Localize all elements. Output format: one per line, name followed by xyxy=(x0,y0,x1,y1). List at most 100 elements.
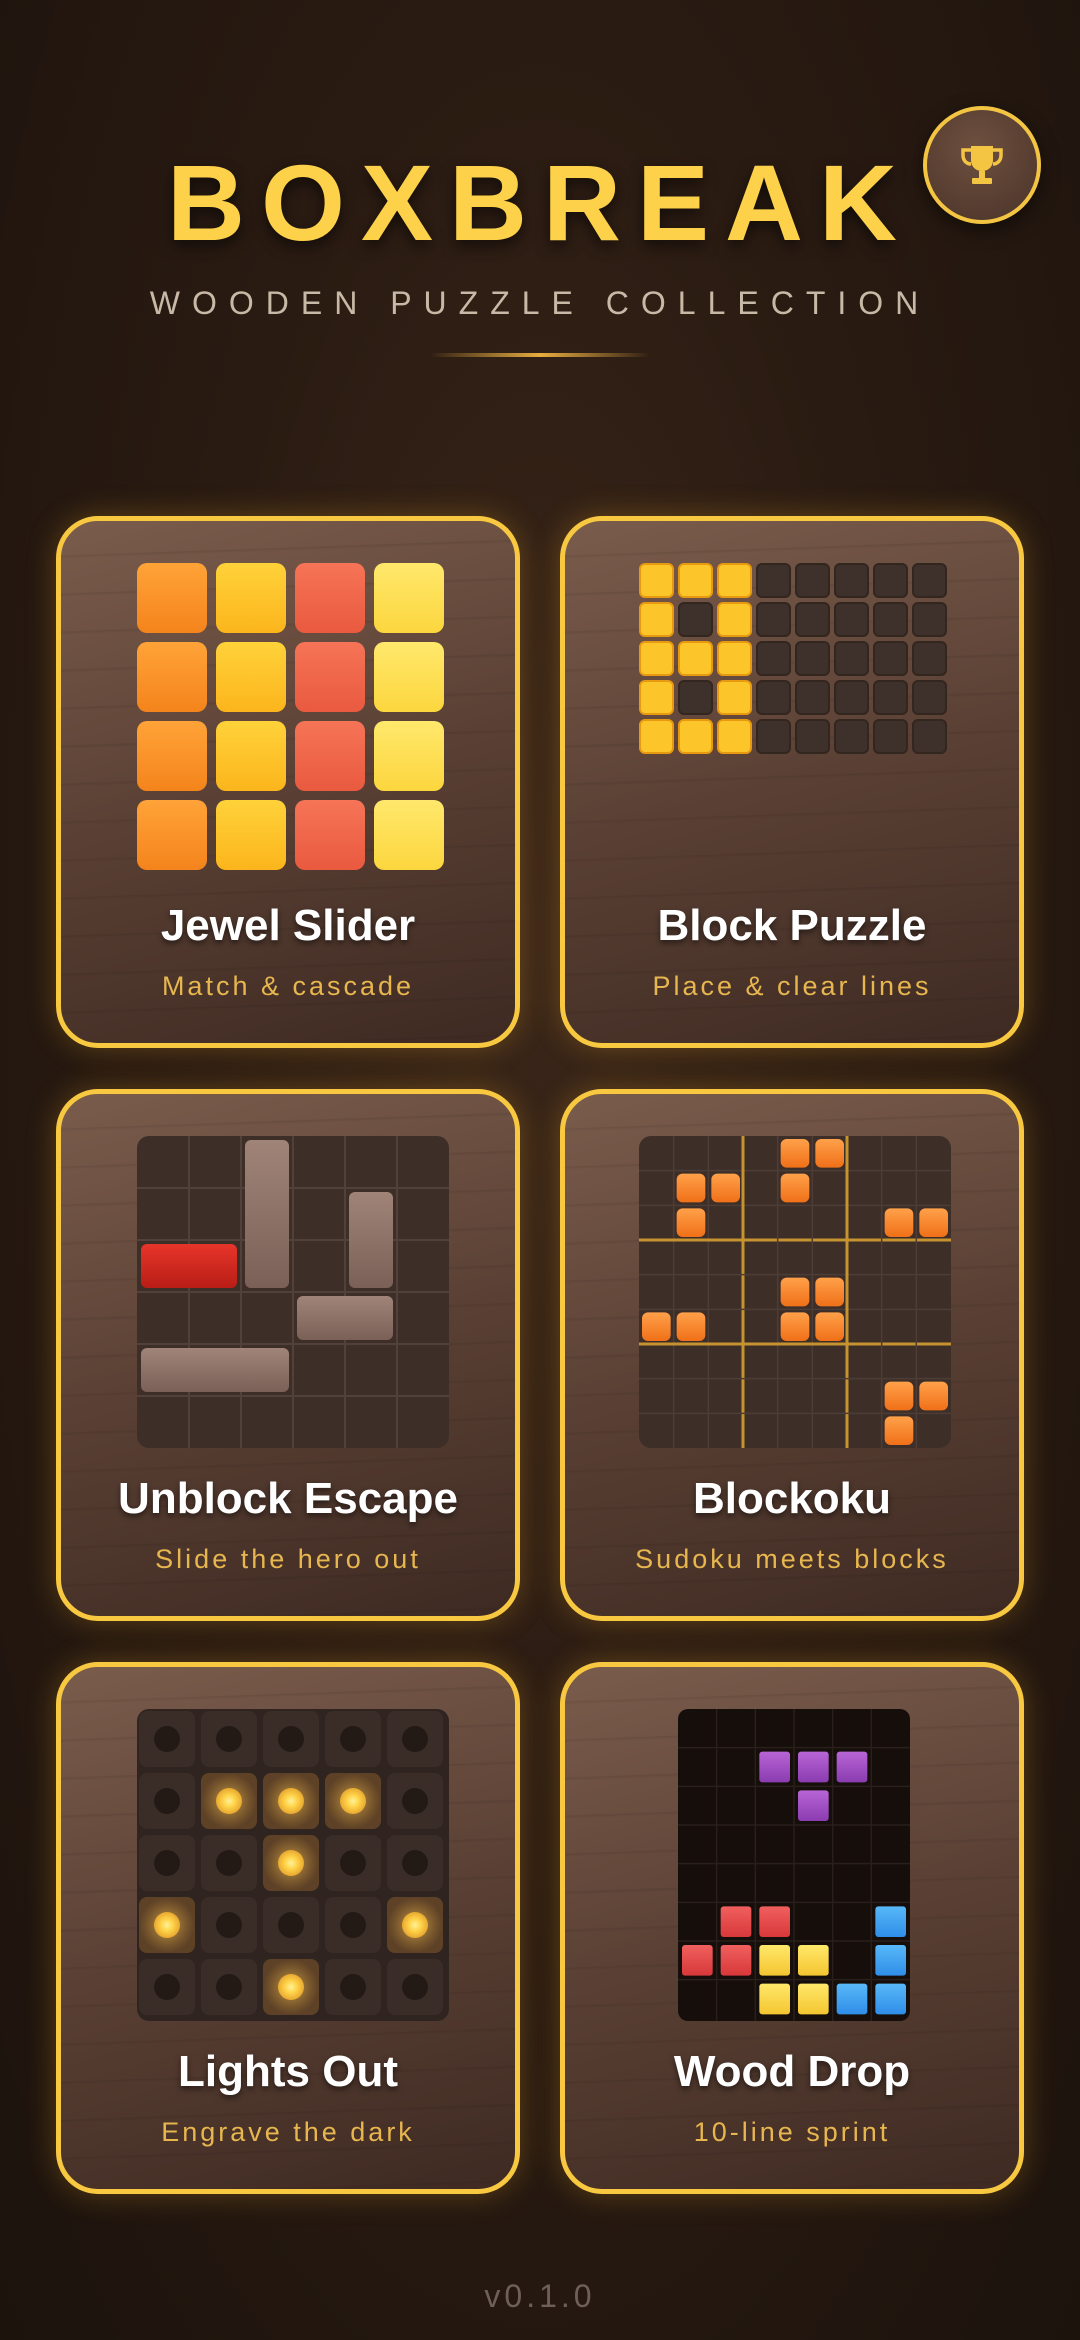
light-off xyxy=(340,1850,366,1876)
empty-cell xyxy=(912,563,947,598)
empty-cell xyxy=(756,719,791,754)
jewel-tile xyxy=(295,563,365,633)
light-off xyxy=(278,1726,304,1752)
unblock-escape-preview xyxy=(137,1136,449,1448)
light-off xyxy=(154,1788,180,1814)
light-off xyxy=(340,1912,366,1938)
light-off xyxy=(154,1850,180,1876)
light-off xyxy=(402,1788,428,1814)
empty-cell xyxy=(912,602,947,637)
light-off xyxy=(278,1912,304,1938)
light-on xyxy=(216,1788,242,1814)
orange-block xyxy=(815,1277,844,1307)
orange-block xyxy=(884,1381,914,1411)
game-subtitle: Slide the hero out xyxy=(155,1544,421,1574)
jewel-slider-preview xyxy=(137,563,444,870)
vertical-block xyxy=(245,1140,289,1288)
title-divider xyxy=(430,353,650,357)
empty-cell xyxy=(678,680,713,715)
light-off xyxy=(216,1912,242,1938)
empty-cell xyxy=(834,563,869,598)
filled-cell xyxy=(639,602,674,637)
jewel-tile xyxy=(295,642,365,712)
trophy-icon xyxy=(961,146,1003,184)
light-off xyxy=(402,1850,428,1876)
light-on xyxy=(278,1974,304,2000)
orange-block xyxy=(676,1208,706,1237)
purple-block xyxy=(759,1751,790,1783)
orange-block xyxy=(919,1381,948,1411)
jewel-tile xyxy=(216,642,286,712)
version-label: v0.1.0 xyxy=(484,2278,596,2314)
empty-cell xyxy=(678,602,713,637)
empty-cell xyxy=(912,680,947,715)
game-title: Block Puzzle xyxy=(657,901,927,950)
filled-cell xyxy=(639,563,674,598)
red-block xyxy=(720,1906,752,1937)
light-on xyxy=(278,1850,304,1876)
game-card-blockoku[interactable]: Blockoku Sudoku meets blocks xyxy=(560,1089,1024,1621)
jewel-tile xyxy=(295,721,365,791)
light-on xyxy=(278,1788,304,1814)
filled-cell xyxy=(639,641,674,676)
game-card-unblock-escape[interactable]: Unblock Escape Slide the hero out xyxy=(56,1089,520,1621)
empty-cell xyxy=(795,563,830,598)
orange-block xyxy=(676,1312,706,1341)
yellow-block xyxy=(798,1983,829,2015)
game-title: Jewel Slider xyxy=(160,901,416,950)
empty-cell xyxy=(873,641,908,676)
empty-cell xyxy=(756,602,791,637)
empty-cell xyxy=(873,680,908,715)
trophy-button[interactable] xyxy=(923,106,1041,224)
blue-block xyxy=(875,1906,906,1937)
orange-block xyxy=(780,1277,810,1307)
red-block xyxy=(720,1945,752,1976)
orange-block xyxy=(919,1208,948,1237)
horizontal-block xyxy=(141,1348,289,1392)
red-block xyxy=(682,1945,713,1976)
filled-cell xyxy=(678,641,713,676)
empty-cell xyxy=(756,680,791,715)
filled-cell xyxy=(717,641,752,676)
light-off xyxy=(402,1726,428,1752)
jewel-tile xyxy=(374,563,444,633)
filled-cell xyxy=(678,719,713,754)
empty-cell xyxy=(873,719,908,754)
light-off xyxy=(154,1726,180,1752)
orange-block xyxy=(780,1139,810,1168)
light-off xyxy=(340,1974,366,2000)
app-subtitle: WOODEN PUZZLE COLLECTION xyxy=(149,285,931,321)
game-card-block-puzzle[interactable]: Block Puzzle Place & clear lines xyxy=(560,516,1024,1048)
game-card-lights-out[interactable]: Lights Out Engrave the dark xyxy=(56,1662,520,2194)
jewel-tile xyxy=(137,800,207,870)
filled-cell xyxy=(678,563,713,598)
block-puzzle-preview xyxy=(639,563,947,754)
jewel-tile xyxy=(374,721,444,791)
orange-block xyxy=(780,1173,810,1203)
orange-block xyxy=(815,1139,844,1168)
filled-cell xyxy=(717,563,752,598)
empty-cell xyxy=(795,641,830,676)
orange-block xyxy=(642,1312,671,1341)
light-off xyxy=(402,1974,428,2000)
game-subtitle: Place & clear lines xyxy=(652,971,932,1001)
red-block xyxy=(759,1906,790,1937)
light-on xyxy=(340,1788,366,1814)
game-card-wood-drop[interactable]: Wood Drop 10-line sprint xyxy=(560,1662,1024,2194)
lights-out-preview xyxy=(137,1709,449,2021)
vertical-block xyxy=(349,1192,393,1288)
light-off xyxy=(154,1974,180,2000)
jewel-tile xyxy=(137,642,207,712)
orange-block xyxy=(711,1173,740,1203)
game-title: Lights Out xyxy=(178,2047,398,2096)
orange-block xyxy=(780,1312,810,1341)
jewel-tile xyxy=(216,563,286,633)
game-title: Wood Drop xyxy=(673,2047,911,2096)
orange-block xyxy=(884,1208,914,1237)
filled-cell xyxy=(717,680,752,715)
game-card-jewel-slider[interactable]: Jewel Slider Match & cascade xyxy=(56,516,520,1048)
purple-block xyxy=(798,1790,829,1821)
filled-cell xyxy=(717,719,752,754)
hero-block xyxy=(141,1244,237,1288)
jewel-tile xyxy=(295,800,365,870)
